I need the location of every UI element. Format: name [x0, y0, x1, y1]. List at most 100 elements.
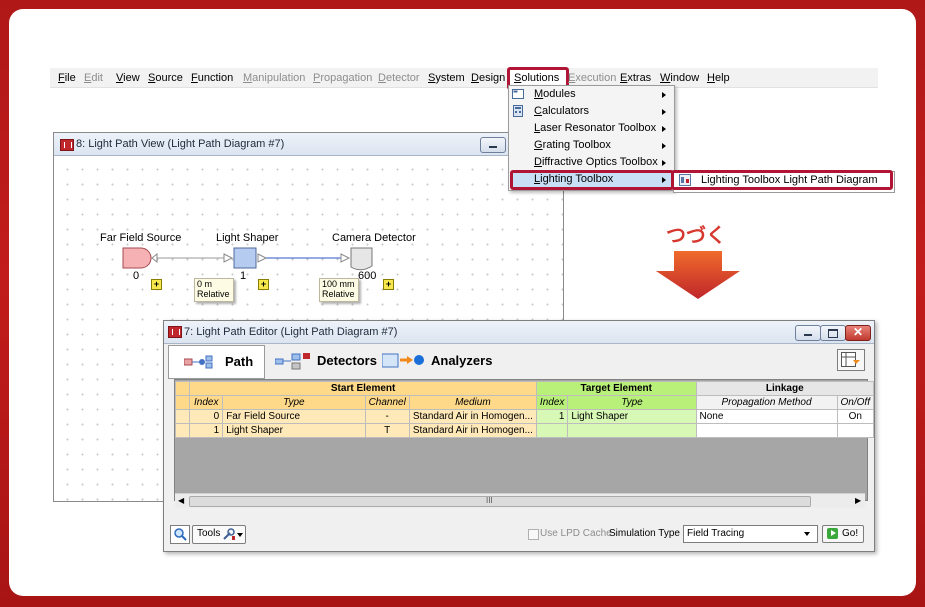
path-icon [184, 355, 213, 369]
shaper-node-shape[interactable] [233, 247, 257, 269]
tab-detectors[interactable]: Detectors [275, 345, 377, 377]
light-path-view-titlebar[interactable]: 8: Light Path View (Light Path Diagram #… [54, 133, 563, 156]
menu-propagation[interactable]: Propagation [313, 72, 372, 84]
plus-icon: + [385, 279, 392, 289]
row-header-corner [174, 381, 191, 396]
menu-function[interactable]: Function [191, 72, 233, 84]
menu-design[interactable]: Design [471, 72, 505, 84]
menu-detector[interactable]: Detector [378, 72, 420, 84]
scrollbar-grip: III [486, 496, 493, 505]
maximize-button[interactable] [820, 325, 846, 341]
column-header[interactable]: Index [189, 395, 224, 410]
cell-on-off[interactable]: On [836, 409, 874, 424]
scroll-right-icon[interactable]: ▶ [855, 496, 861, 505]
node-index-detector: 600 [358, 270, 377, 282]
column-header[interactable]: Propagation Method [695, 395, 838, 410]
menu-item-lighting-toolbox-light-path-diagram[interactable]: Lighting Toolbox Light Path Diagram [673, 173, 887, 187]
column-header[interactable]: Index [535, 395, 569, 410]
column-header[interactable]: Type [567, 395, 697, 410]
cell-on-off[interactable] [836, 423, 874, 438]
menu-item-calculators[interactable]: Calculators [508, 103, 673, 120]
group-header-start: Start Element [189, 381, 537, 396]
tab-analyzers[interactable]: Analyzers [380, 345, 492, 377]
tab-label: Path [225, 354, 254, 369]
shaper-input-port [223, 253, 234, 263]
cell-channel[interactable]: T [364, 423, 410, 438]
menu-window[interactable]: Window [660, 72, 699, 84]
cell-medium[interactable]: Standard Air in Homogen... [408, 409, 537, 424]
menu-view[interactable]: View [116, 72, 140, 84]
cell-channel[interactable]: - [364, 409, 410, 424]
expand-shaper-button[interactable]: + [258, 279, 269, 290]
column-header[interactable]: On/Off [836, 395, 874, 410]
distance-note-shaper-detector[interactable]: 100 mm Relative [319, 278, 359, 302]
submenu-item-label: Lighting Toolbox Light Path Diagram [701, 174, 878, 186]
detector-node-shape[interactable] [350, 247, 373, 271]
cell-target-index[interactable]: 1 [535, 409, 569, 424]
menu-manipulation[interactable]: Manipulation [243, 72, 305, 84]
maximize-icon [828, 329, 838, 338]
minimize-button[interactable] [480, 137, 506, 153]
cell-target-type[interactable] [567, 423, 697, 438]
cell-medium[interactable]: Standard Air in Homogen... [408, 423, 537, 438]
light-path-diagram-icon [679, 174, 691, 186]
table-row[interactable]: 1 Light Shaper T Standard Air in Homogen… [174, 423, 874, 438]
simulation-type-select[interactable]: Field Tracing [683, 525, 818, 543]
minimize-button[interactable] [795, 325, 821, 341]
menu-help[interactable]: Help [707, 72, 730, 84]
detector-input-port [340, 253, 351, 263]
light-path-editor-titlebar[interactable]: 7: Light Path Editor (Light Path Diagram… [164, 321, 874, 344]
column-header[interactable]: Channel [364, 395, 410, 410]
export-table-button[interactable] [837, 349, 865, 371]
menu-source[interactable]: Source [148, 72, 183, 84]
expand-detector-button[interactable]: + [383, 279, 394, 290]
menu-item-diffractive-optics-toolbox[interactable]: Diffractive Optics Toolbox [508, 154, 673, 171]
menu-system[interactable]: System [428, 72, 465, 84]
use-lpd-cache-checkbox[interactable] [528, 529, 539, 540]
cell-type[interactable]: Light Shaper [222, 423, 366, 438]
note-distance: 0 m [197, 279, 213, 289]
expand-source-button[interactable]: + [151, 279, 162, 290]
simulation-type-value: Field Tracing [687, 528, 745, 539]
cell-target-type[interactable]: Light Shaper [567, 409, 697, 424]
column-header[interactable]: Medium [408, 395, 537, 410]
cell-index[interactable]: 0 [189, 409, 224, 424]
tab-path[interactable]: Path [168, 345, 265, 379]
chevron-down-icon [804, 532, 810, 536]
node-index-source: 0 [133, 270, 140, 282]
cell-index[interactable]: 1 [189, 423, 224, 438]
menu-execution[interactable]: Execution [568, 72, 616, 84]
play-icon [827, 528, 838, 539]
horizontal-scrollbar[interactable]: ◀ III ▶ [175, 493, 865, 508]
source-node-shape[interactable] [122, 247, 152, 269]
close-icon: ✕ [853, 325, 864, 339]
note-mode: Relative [322, 289, 355, 299]
menu-item-grating-toolbox[interactable]: Grating Toolbox [508, 137, 673, 154]
menu-extras[interactable]: Extras [620, 72, 651, 84]
scroll-left-icon[interactable]: ◀ [178, 496, 184, 505]
cell-propagation-method[interactable] [695, 423, 838, 438]
menu-solutions[interactable]: Solutions [514, 72, 559, 84]
tools-button[interactable]: Tools [192, 525, 246, 544]
submenu-arrow-icon [662, 177, 666, 183]
scrollbar-thumb[interactable]: III [189, 496, 811, 507]
menu-item-lighting-toolbox[interactable]: Lighting Toolbox [508, 171, 673, 188]
menu-edit[interactable]: Edit [84, 72, 103, 84]
go-button[interactable]: Go! [822, 525, 864, 543]
submenu-arrow-icon [662, 92, 666, 98]
play-triangle [831, 530, 836, 536]
cell-target-index[interactable] [535, 423, 569, 438]
search-button[interactable] [170, 525, 190, 544]
menu-item-laser-resonator-toolbox[interactable]: Laser Resonator Toolbox [508, 120, 673, 137]
use-lpd-cache-label: Use LPD Cache [540, 528, 612, 539]
cell-propagation-method[interactable]: None [695, 409, 838, 424]
submenu-arrow-icon [662, 126, 666, 132]
cell-type[interactable]: Far Field Source [222, 409, 366, 424]
app-icon [168, 326, 182, 338]
distance-note-source-shaper[interactable]: 0 m Relative [194, 278, 234, 302]
menu-item-modules[interactable]: Modules [508, 86, 673, 103]
menu-file[interactable]: File [58, 72, 76, 84]
close-button[interactable]: ✕ [845, 325, 871, 341]
table-row[interactable]: 0 Far Field Source - Standard Air in Hom… [174, 409, 874, 424]
column-header[interactable]: Type [222, 395, 366, 410]
